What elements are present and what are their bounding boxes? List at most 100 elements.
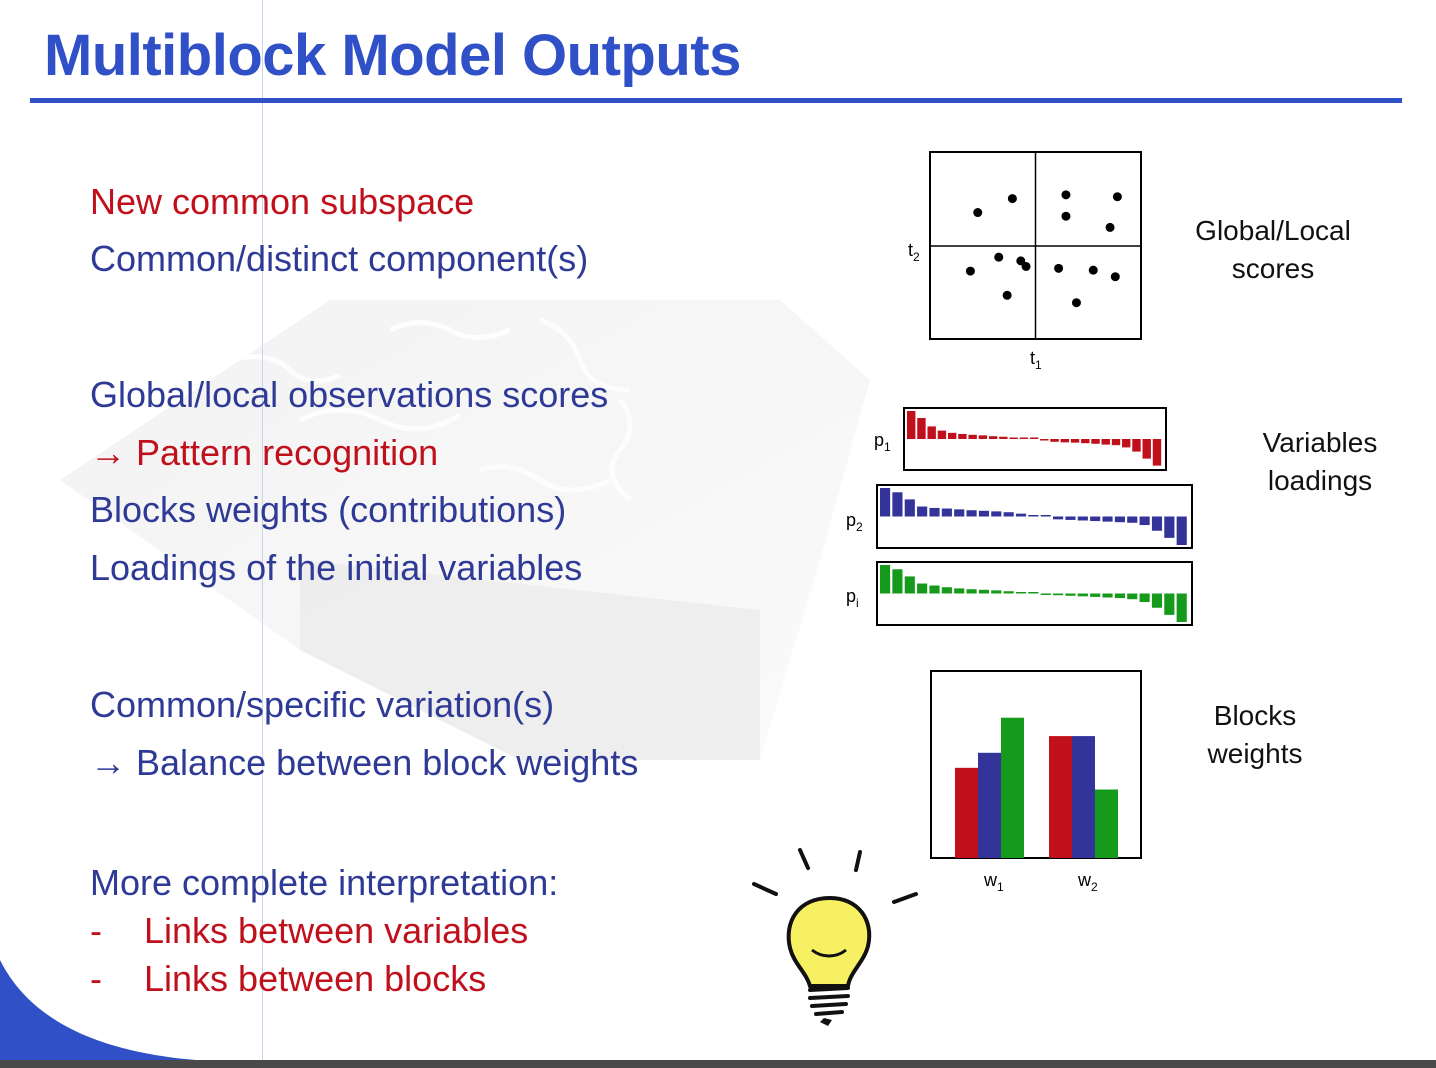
loading-bar (929, 585, 940, 594)
loading-bar (978, 589, 990, 594)
weights-label-line1: Blocks (1213, 700, 1297, 731)
score-point (1105, 222, 1115, 232)
loadings-label-p2: p2 (846, 510, 863, 534)
loading-bar (917, 418, 926, 439)
loading-bar (1102, 593, 1113, 598)
loading-bar (991, 511, 1002, 517)
score-point (973, 208, 983, 218)
loading-bar (1142, 439, 1151, 459)
loading-bar (1151, 516, 1163, 531)
bottom-bar (0, 1060, 1436, 1068)
loading-bar (1040, 515, 1051, 517)
loading-bar (947, 432, 957, 439)
corner-swoosh (0, 960, 230, 1068)
x-axis-label: t1 (1030, 348, 1042, 372)
loading-bar (1070, 439, 1080, 443)
weight-bar (1095, 789, 1118, 858)
puzzle-background (60, 300, 870, 760)
loading-bar (880, 565, 891, 594)
scores-label: Global/Local scores (1175, 212, 1371, 288)
loading-bar (1164, 593, 1175, 615)
weight-bar (1049, 736, 1072, 858)
line-new-common-subspace: New common subspace (90, 181, 475, 222)
slide-title: Multiblock Model Outputs (44, 23, 741, 88)
loading-bar (1050, 439, 1059, 442)
loading-bar (1015, 592, 1027, 594)
loading-bar (1151, 593, 1163, 608)
loading-bar (1009, 437, 1018, 439)
loading-bar (937, 430, 947, 439)
loading-bar (1122, 439, 1131, 448)
loading-bar (1152, 439, 1162, 466)
weight-bar (978, 752, 1001, 858)
loading-bar (1077, 593, 1088, 597)
loading-bar (1139, 516, 1150, 526)
loading-bar (1176, 593, 1187, 622)
loading-bar (1114, 593, 1125, 599)
weights-label-line2: weights (1207, 738, 1303, 769)
loading-bar (904, 499, 915, 517)
score-point (1088, 265, 1098, 275)
score-point (1112, 192, 1122, 202)
loading-bar (904, 576, 915, 594)
title-underline (30, 98, 1402, 103)
loading-bar (988, 436, 998, 439)
loading-bar (1028, 515, 1039, 517)
arrow-icon: → (90, 742, 126, 783)
loading-bar (1040, 593, 1051, 595)
loading-bar (999, 436, 1008, 439)
loadings-plot: p1 p2 pi (846, 407, 1193, 626)
line-more-complete: More complete interpretation: (90, 862, 559, 903)
score-point (1002, 290, 1012, 300)
guide-line (262, 0, 263, 1068)
loading-bar (1090, 516, 1101, 522)
weights-label: Blocks weights (1180, 697, 1330, 773)
loading-bar (966, 510, 977, 517)
loading-bar (954, 509, 965, 517)
loading-bar (1065, 593, 1076, 596)
loadings-label: Variables loadings (1240, 424, 1400, 500)
loading-bar (978, 435, 988, 439)
scores-label-line2: scores (1231, 253, 1315, 284)
loading-bar (917, 583, 928, 594)
loading-bar (991, 590, 1002, 594)
weight-bar (955, 767, 978, 858)
loading-bar (907, 411, 916, 439)
line-pattern-recognition: → Pattern recognition (90, 435, 438, 471)
scores-plot: t2 t1 (908, 151, 1142, 372)
loading-bar (966, 589, 977, 594)
score-point (1071, 298, 1081, 308)
score-point (994, 252, 1004, 262)
loading-bar (1090, 593, 1101, 597)
loading-bar (1132, 439, 1141, 452)
loading-bar (1019, 437, 1029, 439)
score-point (1054, 263, 1064, 273)
loadings-label-line2: loadings (1267, 465, 1373, 496)
lightbulb-icon (752, 848, 918, 1026)
line-blocks-weights: Blocks weights (contributions) (90, 489, 567, 530)
loading-bar (941, 587, 952, 594)
loadings-label-p3: pi (846, 586, 859, 610)
loadings-label-line1: Variables (1262, 427, 1378, 458)
scores-label-line1: Global/Local (1195, 215, 1351, 246)
line-pattern-recognition-text: Pattern recognition (136, 432, 439, 473)
loading-bar (1077, 516, 1088, 521)
weight-bar (1072, 736, 1095, 858)
score-point (1061, 211, 1071, 221)
loading-bar (927, 426, 936, 439)
loadings-label-p1: p1 (874, 430, 891, 454)
loading-bar (1102, 516, 1113, 522)
loading-bar (1101, 439, 1110, 445)
line-common-specific: Common/specific variation(s) (90, 684, 555, 725)
loading-bar (1053, 593, 1064, 596)
loading-bar (1114, 516, 1125, 523)
block-weights-chart: w1 w2 (930, 670, 1142, 894)
loading-bar (1015, 513, 1027, 517)
arrow-icon: → (90, 432, 126, 473)
loading-bar (892, 569, 903, 594)
loading-bar (1060, 439, 1069, 443)
loading-bar (1003, 591, 1014, 594)
loading-bar (1081, 439, 1090, 444)
loading-bar (880, 488, 891, 517)
score-point (1061, 190, 1071, 200)
